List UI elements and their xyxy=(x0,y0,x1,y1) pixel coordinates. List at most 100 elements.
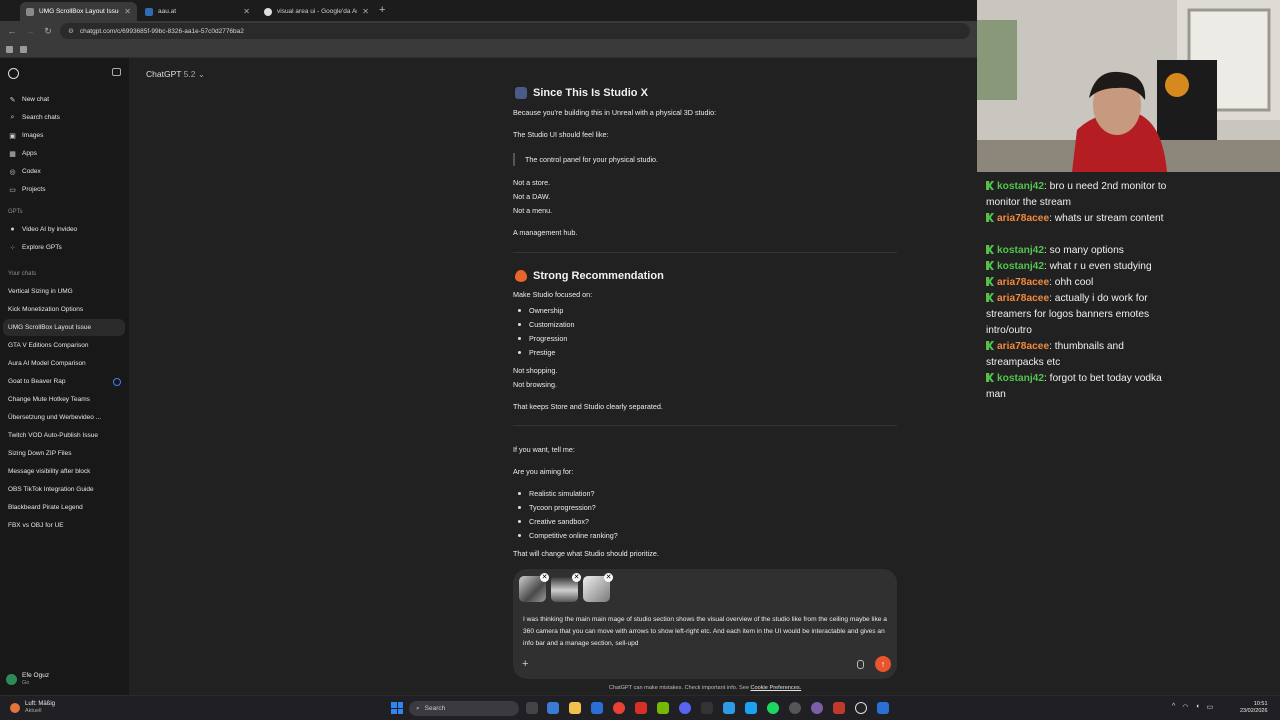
attachment-thumbnail[interactable]: ✕ xyxy=(551,573,581,602)
fire-icon xyxy=(515,270,527,282)
close-tab-icon[interactable]: ✕ xyxy=(124,7,131,16)
weather-icon xyxy=(10,702,20,713)
sidebar-item-video-ai[interactable]: ● Video AI by invideo xyxy=(0,221,129,238)
sidebar-item-images[interactable]: ▣ Images xyxy=(0,127,129,144)
stream-chat-message: kostanj42: what r u even studying xyxy=(986,259,1176,275)
chat-item[interactable]: Blackbeard Pirate Legend xyxy=(0,499,129,516)
cookie-preferences-link[interactable]: Cookie Preferences. xyxy=(751,685,802,691)
blockquote-text: The control panel for your physical stud… xyxy=(525,155,659,164)
chatgpt-logo-icon[interactable] xyxy=(8,68,19,79)
bookmark-icon[interactable] xyxy=(6,46,13,53)
sidebar-item-projects[interactable]: ▭ Projects xyxy=(0,181,129,198)
address-bar[interactable]: ⚙ chatgpt.com/c/6993685f-99bc-8326-aa1e-… xyxy=(60,23,970,39)
chevron-down-icon: ⌄ xyxy=(197,69,205,79)
bullet xyxy=(518,309,521,312)
paragraph: That will change what Studio should prio… xyxy=(513,549,659,558)
image-icon: ▣ xyxy=(9,132,16,140)
attachment-thumbnail[interactable]: ✕ xyxy=(583,573,613,602)
remove-attachment-icon[interactable]: ✕ xyxy=(540,573,549,582)
clock[interactable]: 10:51 23/02/2026 xyxy=(1240,701,1268,715)
gpts-header: GPTs xyxy=(8,209,23,215)
chevron-up-icon[interactable]: ^ xyxy=(1172,703,1175,711)
chat-item[interactable]: Kick Monetization Options xyxy=(0,301,129,318)
spotify-icon[interactable] xyxy=(767,702,779,714)
nvidia-icon[interactable] xyxy=(657,702,669,714)
list-item: Progression xyxy=(529,334,568,343)
search-icon: ⌕ xyxy=(416,704,420,712)
tab-umg-scrollbox[interactable]: UMG ScrollBox Layout Issue ✕ xyxy=(20,2,137,21)
store-icon[interactable] xyxy=(591,702,603,714)
sidebar-item-apps[interactable]: ▦ Apps xyxy=(0,145,129,162)
remove-attachment-icon[interactable]: ✕ xyxy=(572,573,581,582)
browser-tab-bar: UMG ScrollBox Layout Issue ✕ aau.at ✕ vi… xyxy=(0,0,977,21)
weather-widget[interactable]: Luft: Mäßig Aktuell xyxy=(10,701,55,714)
remove-attachment-icon[interactable]: ✕ xyxy=(604,573,613,582)
chat-item-selected[interactable]: UMG ScrollBox Layout Issue xyxy=(3,319,125,336)
chat-item[interactable]: GTA V Editions Comparison xyxy=(0,337,129,354)
battery-icon[interactable]: ▭ xyxy=(1207,703,1214,711)
app-icon[interactable] xyxy=(811,702,823,714)
search-icon: ⌕ xyxy=(10,113,15,121)
chat-item[interactable]: Sizing Down ZIP Files xyxy=(0,445,129,462)
model-selector[interactable]: ChatGPT 5.2 ⌄ xyxy=(146,69,205,80)
sidebar-item-new-chat[interactable]: ✎ New chat xyxy=(0,91,129,108)
windows-start-icon[interactable] xyxy=(391,702,403,714)
file-explorer-icon[interactable] xyxy=(569,702,581,714)
chat-item[interactable]: OBS TikTok Integration Guide xyxy=(0,481,129,498)
bullet xyxy=(518,520,521,523)
app-icon[interactable] xyxy=(833,702,845,714)
app-icon[interactable] xyxy=(745,702,757,714)
forward-icon[interactable]: → xyxy=(24,26,36,36)
back-icon[interactable]: ← xyxy=(6,26,18,36)
send-button[interactable]: ↑ xyxy=(875,656,891,672)
sidebar-item-search-chats[interactable]: ⌕ Search chats xyxy=(0,109,129,126)
chat-item[interactable]: FBX vs OBJ for UE xyxy=(0,517,129,534)
capcut-icon[interactable] xyxy=(701,702,713,714)
pencil-icon: ✎ xyxy=(9,96,16,104)
sidebar-item-explore-gpts[interactable]: ⁘ Explore GPTs xyxy=(0,239,129,256)
chrome-icon[interactable] xyxy=(613,702,625,714)
chat-item[interactable]: Goat to Beaver Rap xyxy=(0,373,129,390)
taskbar-search[interactable]: ⌕ Search xyxy=(409,701,519,716)
chat-item[interactable]: Change Mute Hotkey Teams xyxy=(0,391,129,408)
apps-grid-icon[interactable] xyxy=(20,46,27,53)
kick-badge-icon xyxy=(986,373,994,382)
composer-input[interactable]: I was thinking the main main mage of stu… xyxy=(523,614,889,650)
stream-chat-message: kostanj42: forgot to bet today vodka man xyxy=(986,373,1162,400)
kick-badge-icon xyxy=(986,245,994,254)
chat-item[interactable]: Aura AI Model Comparison xyxy=(0,355,129,372)
unreal-engine-icon[interactable] xyxy=(855,702,867,714)
tab-aau[interactable]: aau.at ✕ xyxy=(139,2,256,21)
wifi-icon[interactable]: ◠ xyxy=(1182,703,1188,711)
attachment-thumbnail[interactable]: ✕ xyxy=(519,573,549,602)
chat-item[interactable]: Twitch VOD Auto-Publish Issue xyxy=(0,427,129,444)
chat-item[interactable]: Message visibility after block xyxy=(0,463,129,480)
site-info-icon[interactable]: ⚙ xyxy=(68,27,74,35)
add-attachment-icon[interactable]: + xyxy=(522,658,528,670)
tab-google-search[interactable]: visual area ui - Google'da Ara ✕ xyxy=(258,2,375,21)
chat-item[interactable]: Vertical Sizing in UMG xyxy=(0,283,129,300)
app-icon[interactable] xyxy=(877,702,889,714)
app-icon[interactable] xyxy=(635,702,647,714)
codex-icon: ◎ xyxy=(9,168,16,176)
message-composer[interactable]: ✕ ✕ ✕ I was thinking the main main mage … xyxy=(513,569,897,679)
close-tab-icon[interactable]: ✕ xyxy=(243,7,250,16)
copilot-icon[interactable] xyxy=(547,702,559,714)
system-tray: ^ ◠ ◖ ▭ xyxy=(1172,703,1213,711)
reload-icon[interactable]: ↻ xyxy=(42,26,54,37)
app-icon[interactable] xyxy=(789,702,801,714)
paragraph: Are you aiming for: xyxy=(513,467,574,476)
discord-icon[interactable] xyxy=(679,702,691,714)
chat-item[interactable]: Übersetzung und Werbevideo ... xyxy=(0,409,129,426)
sidebar-item-codex[interactable]: ◎ Codex xyxy=(0,163,129,180)
explore-grid-icon: ⁘ xyxy=(9,244,16,252)
sidebar-toggle-icon[interactable] xyxy=(112,68,121,76)
kick-badge-icon xyxy=(986,293,994,302)
task-view-icon[interactable] xyxy=(526,702,538,714)
volume-icon[interactable]: ◖ xyxy=(1195,703,1199,711)
user-profile[interactable]: Efe Oguz Go xyxy=(6,672,49,686)
microphone-icon[interactable] xyxy=(857,660,864,669)
app-icon[interactable] xyxy=(723,702,735,714)
close-tab-icon[interactable]: ✕ xyxy=(362,7,369,16)
new-tab-icon[interactable]: + xyxy=(379,4,385,16)
